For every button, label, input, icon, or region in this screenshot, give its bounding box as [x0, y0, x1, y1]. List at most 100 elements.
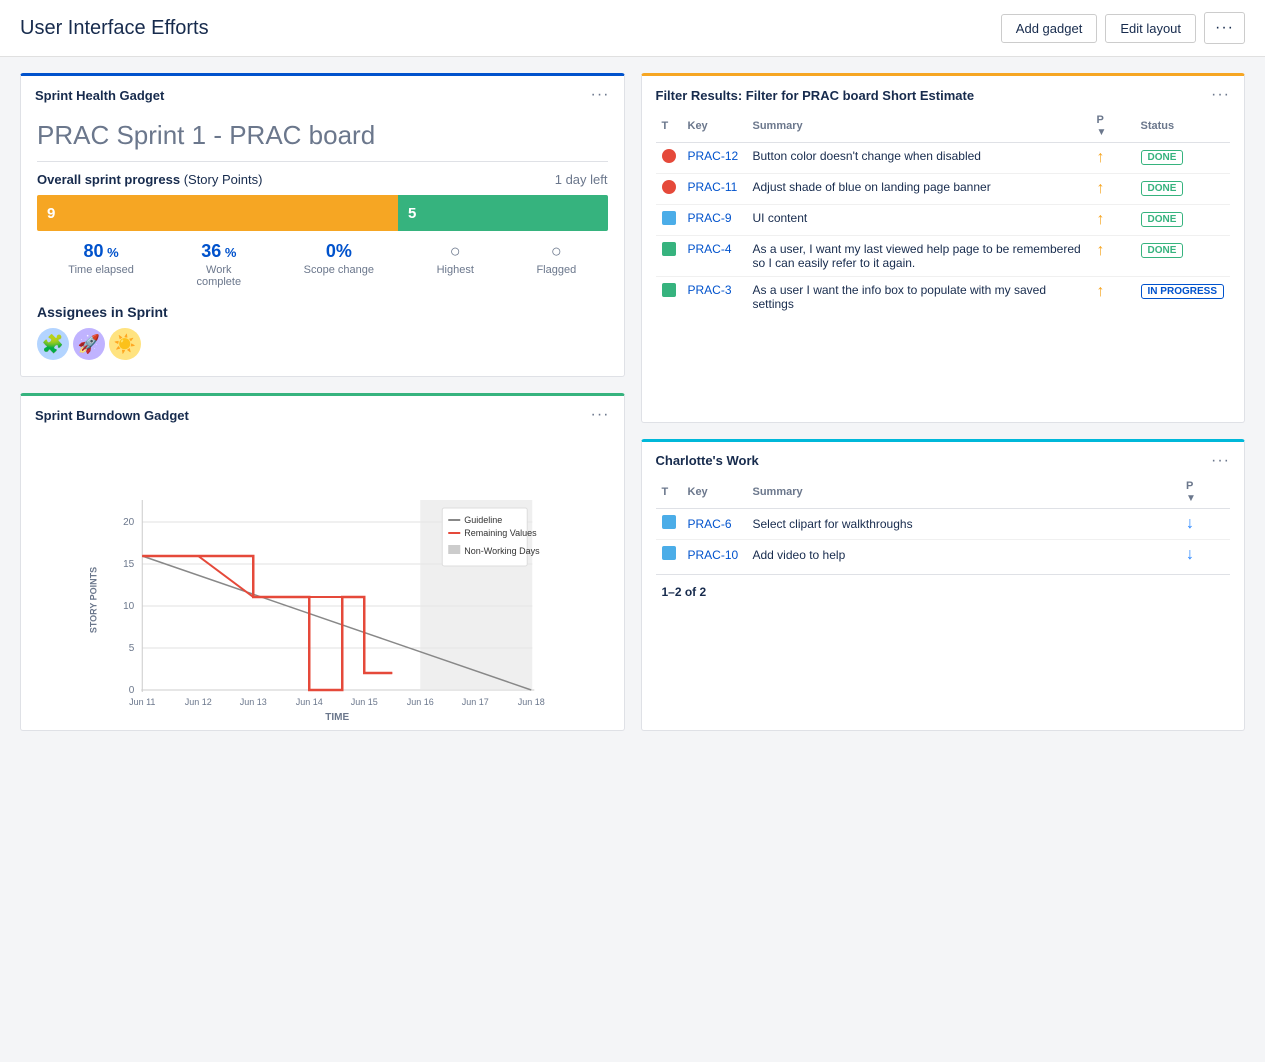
col-status: DONE: [1135, 236, 1230, 277]
col-priority: ↑: [1091, 236, 1115, 277]
svg-text:Jun 16: Jun 16: [407, 697, 434, 707]
filter-table-row: PRAC-11 Adjust shade of blue on landing …: [656, 174, 1231, 205]
col-status: DONE: [1135, 205, 1230, 236]
col-key: PRAC-3: [682, 277, 747, 318]
col-key: PRAC-11: [682, 174, 747, 205]
col-header-p[interactable]: P ▼: [1091, 110, 1115, 143]
sprint-health-body: PRAC Sprint 1 - PRAC board Overall sprin…: [21, 110, 624, 376]
sprint-name: PRAC Sprint 1 - PRAC board: [37, 120, 608, 151]
charlotte-gadget: Charlotte's Work ··· T Key Summary P ▼: [641, 439, 1246, 731]
progress-todo: 9: [37, 195, 398, 231]
sprint-health-menu[interactable]: ···: [591, 86, 610, 104]
burndown-title: Sprint Burndown Gadget: [35, 408, 189, 423]
col-summary: As a user, I want my last viewed help pa…: [747, 236, 1091, 277]
y-axis-label: STORY POINTS: [88, 567, 98, 633]
col-status: IN PROGRESS: [1135, 277, 1230, 318]
svg-text:Jun 15: Jun 15: [351, 697, 378, 707]
col-key: PRAC-4: [682, 236, 747, 277]
edit-layout-button[interactable]: Edit layout: [1105, 14, 1196, 43]
charlotte-col-t: T: [656, 476, 682, 509]
avatar-1: 🧩: [37, 328, 69, 360]
burndown-svg: STORY POINTS 0: [31, 440, 614, 720]
col-v: [1210, 508, 1230, 539]
avatar-2: 🚀: [73, 328, 105, 360]
burndown-header: Sprint Burndown Gadget ···: [21, 396, 624, 430]
col-type: [656, 277, 682, 318]
task-icon: [662, 515, 676, 529]
svg-text:Non-Working Days: Non-Working Days: [464, 546, 540, 556]
add-gadget-button[interactable]: Add gadget: [1001, 14, 1098, 43]
charlotte-col-summary: Summary: [747, 476, 1181, 509]
filter-table-row: PRAC-12 Button color doesn't change when…: [656, 143, 1231, 174]
dashboard: Sprint Health Gadget ··· PRAC Sprint 1 -…: [0, 57, 1265, 747]
task-icon: [662, 211, 676, 225]
col-type: [656, 508, 682, 539]
col-status: DONE: [1135, 143, 1230, 174]
filter-table: T Key Summary P ▼ Status PRAC-12 Button …: [656, 110, 1231, 317]
col-status: DONE: [1135, 174, 1230, 205]
avatars: 🧩 🚀 ☀️: [37, 328, 608, 360]
col-v: [1115, 205, 1135, 236]
col-priority: ↑: [1091, 205, 1115, 236]
col-priority: ↑: [1091, 174, 1115, 205]
story-icon: [662, 283, 676, 297]
svg-text:Jun 17: Jun 17: [462, 697, 489, 707]
sprint-health-header: Sprint Health Gadget ···: [21, 76, 624, 110]
burndown-menu[interactable]: ···: [591, 406, 610, 424]
task-icon: [662, 546, 676, 560]
col-v: [1115, 236, 1135, 277]
filter-table-row: PRAC-9 UI content ↑ DONE: [656, 205, 1231, 236]
story-icon: [662, 242, 676, 256]
col-v: [1210, 539, 1230, 570]
sprint-progress-header: Overall sprint progress (Story Points) 1…: [37, 172, 608, 187]
svg-text:Jun 12: Jun 12: [185, 697, 212, 707]
col-summary: Adjust shade of blue on landing page ban…: [747, 174, 1091, 205]
filter-scroll[interactable]: T Key Summary P ▼ Status PRAC-12 Button …: [656, 110, 1231, 317]
svg-text:0: 0: [129, 685, 135, 696]
chart-container: STORY POINTS 0: [31, 440, 614, 720]
avatar-3: ☀️: [109, 328, 141, 360]
filter-results-menu[interactable]: ···: [1211, 86, 1230, 104]
bug-icon: [662, 180, 676, 194]
col-v: [1115, 277, 1135, 318]
svg-text:Remaining Values: Remaining Values: [464, 528, 537, 538]
col-header-summary: Summary: [747, 110, 1091, 143]
progress-label: Overall sprint progress (Story Points): [37, 172, 262, 187]
stat-highest: ○ Highest: [437, 241, 474, 288]
col-priority: ↓: [1180, 508, 1210, 539]
col-header-key: Key: [682, 110, 747, 143]
filter-results-header: Filter Results: Filter for PRAC board Sh…: [642, 76, 1245, 110]
col-key: PRAC-10: [682, 539, 747, 570]
col-v: [1115, 143, 1135, 174]
pagination: 1–2 of 2: [656, 574, 1231, 603]
col-summary: UI content: [747, 205, 1091, 236]
col-summary: Button color doesn't change when disable…: [747, 143, 1091, 174]
charlotte-title: Charlotte's Work: [656, 453, 759, 468]
charlotte-table: T Key Summary P ▼ PRAC-6 Select clipart …: [656, 476, 1231, 570]
col-header-status: Status: [1135, 110, 1230, 143]
progress-done: 5: [398, 195, 607, 231]
assignees-label: Assignees in Sprint: [37, 304, 608, 320]
charlotte-body: T Key Summary P ▼ PRAC-6 Select clipart …: [642, 476, 1245, 617]
svg-text:Jun 18: Jun 18: [518, 697, 545, 707]
filter-results-gadget: Filter Results: Filter for PRAC board Sh…: [641, 73, 1246, 423]
stat-work-complete: 36 % Workcomplete: [196, 241, 241, 288]
col-key: PRAC-6: [682, 508, 747, 539]
sprint-stats: 80 % Time elapsed 36 % Workcomplete 0% S…: [37, 241, 608, 288]
col-type: [656, 205, 682, 236]
charlotte-tbody: PRAC-6 Select clipart for walkthroughs ↓…: [656, 508, 1231, 570]
page-header: User Interface Efforts Add gadget Edit l…: [0, 0, 1265, 57]
remaining-values-line: [142, 556, 392, 690]
filter-table-row: PRAC-4 As a user, I want my last viewed …: [656, 236, 1231, 277]
col-priority: ↑: [1091, 143, 1115, 174]
col-priority: ↑: [1091, 277, 1115, 318]
charlotte-menu[interactable]: ···: [1211, 452, 1230, 470]
svg-text:Jun 11: Jun 11: [129, 697, 155, 707]
col-type: [656, 143, 682, 174]
col-type: [656, 539, 682, 570]
more-options-button[interactable]: ···: [1204, 12, 1245, 44]
charlotte-col-p[interactable]: P ▼: [1180, 476, 1210, 509]
svg-text:10: 10: [123, 601, 135, 612]
header-actions: Add gadget Edit layout ···: [1001, 12, 1245, 44]
filter-tbody: PRAC-12 Button color doesn't change when…: [656, 143, 1231, 318]
